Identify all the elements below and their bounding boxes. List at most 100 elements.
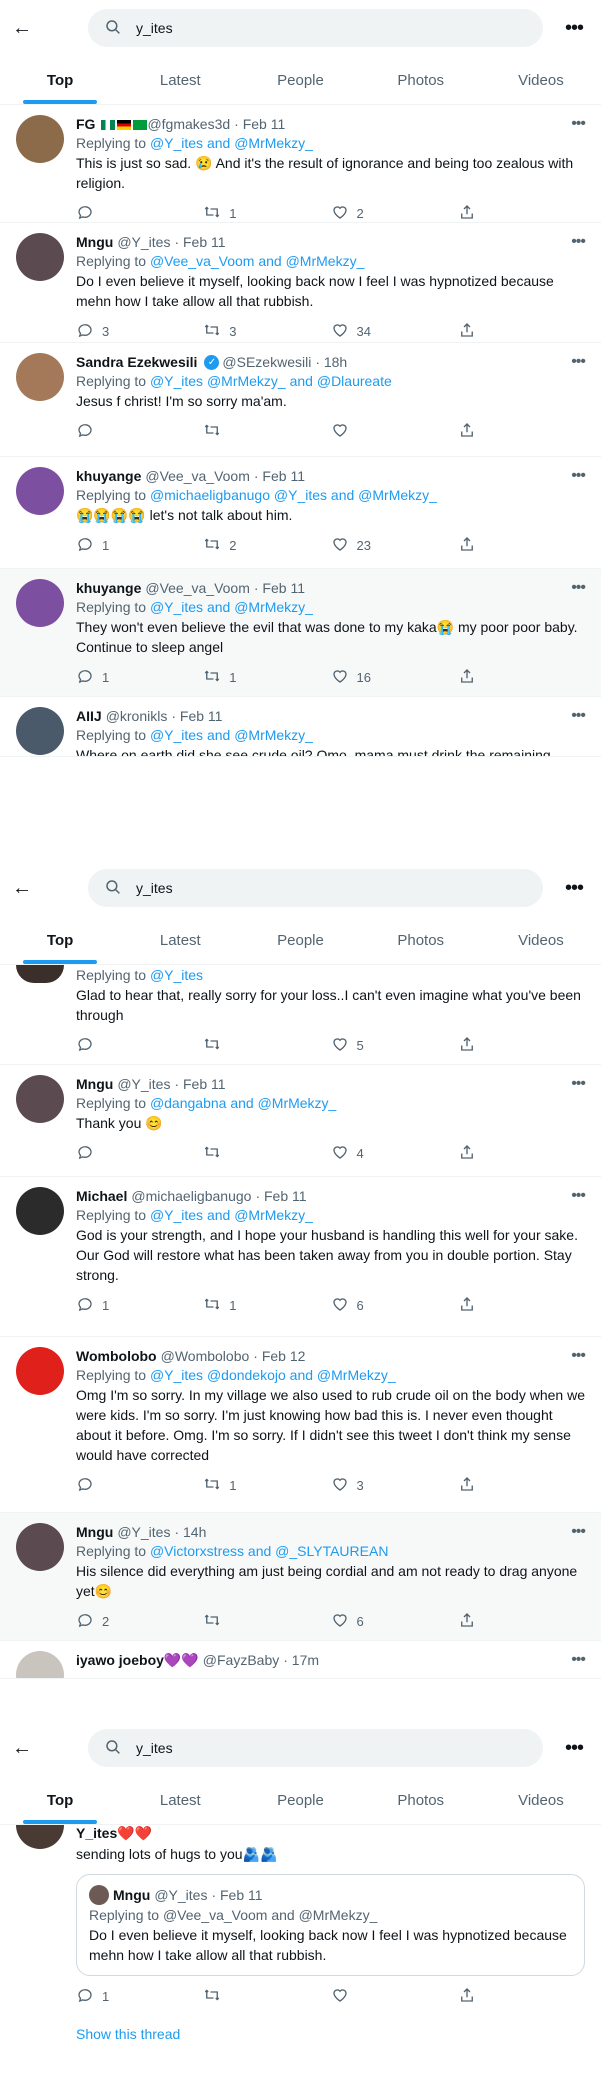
share-button[interactable] xyxy=(458,1295,585,1316)
tab-videos[interactable]: Videos xyxy=(481,1776,601,1824)
tab-people[interactable]: People xyxy=(240,1776,360,1824)
retweet-button[interactable] xyxy=(203,1035,330,1056)
avatar[interactable] xyxy=(16,1651,64,1678)
avatar[interactable] xyxy=(16,1075,64,1123)
back-arrow-icon[interactable]: ← xyxy=(12,17,48,40)
reply-button[interactable] xyxy=(76,1143,203,1164)
tweet[interactable]: Michael @michaeligbanugo · Feb 11 ••• Reply… xyxy=(0,1177,601,1337)
share-button[interactable] xyxy=(458,321,585,342)
retweet-button[interactable]: 3 xyxy=(203,321,330,342)
retweet-button[interactable]: 1 xyxy=(203,667,330,688)
tweet-author-name[interactable]: Michael xyxy=(76,1188,127,1204)
like-button[interactable]: 34 xyxy=(331,321,458,342)
tweet-time[interactable]: · Feb 11 xyxy=(255,1188,306,1204)
retweet-button[interactable]: 1 xyxy=(203,203,330,223)
tweet-author-handle[interactable]: @fgmakes3d xyxy=(147,116,230,132)
tweet-author-name[interactable]: Sandra Ezekwesili xyxy=(76,354,197,370)
avatar[interactable] xyxy=(16,233,64,281)
like-button[interactable] xyxy=(331,421,458,442)
retweet-button[interactable] xyxy=(203,1143,330,1164)
avatar[interactable] xyxy=(16,965,64,983)
tweet[interactable]: Sandra Ezekwesili ✓ @SEzekwesili · 18h ••• R… xyxy=(0,343,601,457)
reply-button[interactable]: 1 xyxy=(76,1986,203,2007)
share-button[interactable] xyxy=(458,1143,585,1164)
like-button[interactable]: 4 xyxy=(331,1143,458,1164)
like-button[interactable]: 6 xyxy=(331,1295,458,1316)
tab-photos[interactable]: Photos xyxy=(361,1776,481,1824)
avatar[interactable] xyxy=(16,1187,64,1235)
avatar[interactable] xyxy=(16,707,64,755)
reply-button[interactable]: 1 xyxy=(76,667,203,688)
tweet-more-icon[interactable]: ••• xyxy=(571,1651,586,1669)
avatar[interactable] xyxy=(16,1825,64,1849)
reply-button[interactable] xyxy=(76,421,203,442)
tweet[interactable]: Wombolobo @Wombolobo · Feb 12 ••• Replying … xyxy=(0,1337,601,1513)
avatar[interactable] xyxy=(16,1347,64,1395)
tweet-time[interactable]: · Feb 12 xyxy=(253,1348,305,1364)
reply-to-link[interactable]: @Victorxstress and @_SLYTAUREAN xyxy=(150,1543,389,1559)
tab-top[interactable]: Top xyxy=(0,1776,120,1824)
like-button[interactable]: 5 xyxy=(331,1035,458,1056)
reply-to-link[interactable]: @Y_ites and @MrMekzy_ xyxy=(150,1207,313,1223)
tweet-more-icon[interactable]: ••• xyxy=(571,233,586,251)
retweet-button[interactable] xyxy=(203,1986,330,2007)
search-input[interactable]: y_ites xyxy=(88,9,543,47)
like-button[interactable]: 16 xyxy=(331,667,458,688)
like-button[interactable] xyxy=(331,1986,458,2007)
share-button[interactable] xyxy=(458,421,585,442)
tab-latest[interactable]: Latest xyxy=(120,1776,240,1824)
tweet-author-name[interactable]: Wombolobo xyxy=(76,1348,157,1364)
tweet-author-name[interactable]: Mngu xyxy=(76,1076,113,1092)
tab-videos[interactable]: Videos xyxy=(481,56,601,104)
tab-photos[interactable]: Photos xyxy=(361,916,481,964)
tweet[interactable]: khuyange @Vee_va_Voom · Feb 11 ••• Replying… xyxy=(0,569,601,697)
reply-button[interactable]: 1 xyxy=(76,1295,203,1316)
retweet-button[interactable]: 1 xyxy=(203,1475,330,1496)
tweet-author-handle[interactable]: @Vee_va_Voom xyxy=(145,468,250,484)
tweet-author-handle[interactable]: @SEzekwesili xyxy=(222,354,311,370)
tweet-author-name[interactable]: iyawo joeboy💜💜 xyxy=(76,1652,199,1669)
tweet[interactable]: iyawo joeboy💜💜 @FayzBaby · 17m ••• xyxy=(0,1641,601,1679)
avatar[interactable] xyxy=(16,467,64,515)
tweet-author-handle[interactable]: @FayzBaby xyxy=(203,1652,279,1668)
reply-button[interactable] xyxy=(76,1035,203,1056)
reply-button[interactable] xyxy=(76,1475,203,1496)
share-button[interactable] xyxy=(458,1986,585,2007)
tweet-time[interactable]: · 14h xyxy=(174,1524,206,1540)
tab-photos[interactable]: Photos xyxy=(361,56,481,104)
like-button[interactable]: 3 xyxy=(331,1475,458,1496)
like-button[interactable]: 2 xyxy=(331,203,458,223)
tweet-more-icon[interactable]: ••• xyxy=(571,467,586,485)
avatar[interactable] xyxy=(16,115,64,163)
tweet-author-handle[interactable]: @kronikls xyxy=(106,708,168,724)
tweet-author-handle[interactable]: @michaeligbanugo xyxy=(131,1188,251,1204)
tweet-author-name[interactable]: AIIJ xyxy=(76,708,102,724)
share-button[interactable] xyxy=(458,1611,585,1632)
tweet-author-name[interactable]: FG xyxy=(76,116,95,132)
tab-latest[interactable]: Latest xyxy=(120,916,240,964)
share-button[interactable] xyxy=(458,535,585,556)
tweet-author-handle[interactable]: @Vee_va_Voom xyxy=(145,580,250,596)
tweet-time[interactable]: · Feb 11 xyxy=(254,580,305,596)
tweet-more-icon[interactable]: ••• xyxy=(571,579,586,597)
retweet-button[interactable] xyxy=(203,421,330,442)
reply-button[interactable]: 3 xyxy=(76,321,203,342)
tweet-time[interactable]: · 18h xyxy=(315,354,347,370)
tweet-author-name[interactable]: khuyange xyxy=(76,580,141,596)
tweet-more-icon[interactable]: ••• xyxy=(571,707,586,725)
share-button[interactable] xyxy=(458,203,585,223)
show-thread-link[interactable]: Show this thread xyxy=(0,2014,601,2054)
back-arrow-icon[interactable]: ← xyxy=(12,1737,48,1760)
tweet-time[interactable]: · Feb 11 xyxy=(254,468,305,484)
tweet[interactable]: Mngu @Y_ites · 14h ••• Replying to @Victorx… xyxy=(0,1513,601,1641)
tab-top[interactable]: Top xyxy=(0,56,120,104)
reply-to-link[interactable]: @Y_ites and @MrMekzy_ xyxy=(150,727,313,743)
tweet[interactable]: Replying to @Y_ites Glad to hear that, r… xyxy=(0,965,601,1065)
tweet-more-icon[interactable]: ••• xyxy=(571,1075,586,1093)
reply-button[interactable]: 2 xyxy=(76,1611,203,1632)
tweet-time[interactable]: · Feb 11 xyxy=(174,1076,225,1092)
tweet-author-name[interactable]: Mngu xyxy=(76,1524,113,1540)
tweet-more-icon[interactable]: ••• xyxy=(571,1523,586,1541)
retweet-button[interactable] xyxy=(203,1611,330,1632)
share-button[interactable] xyxy=(458,1035,585,1056)
